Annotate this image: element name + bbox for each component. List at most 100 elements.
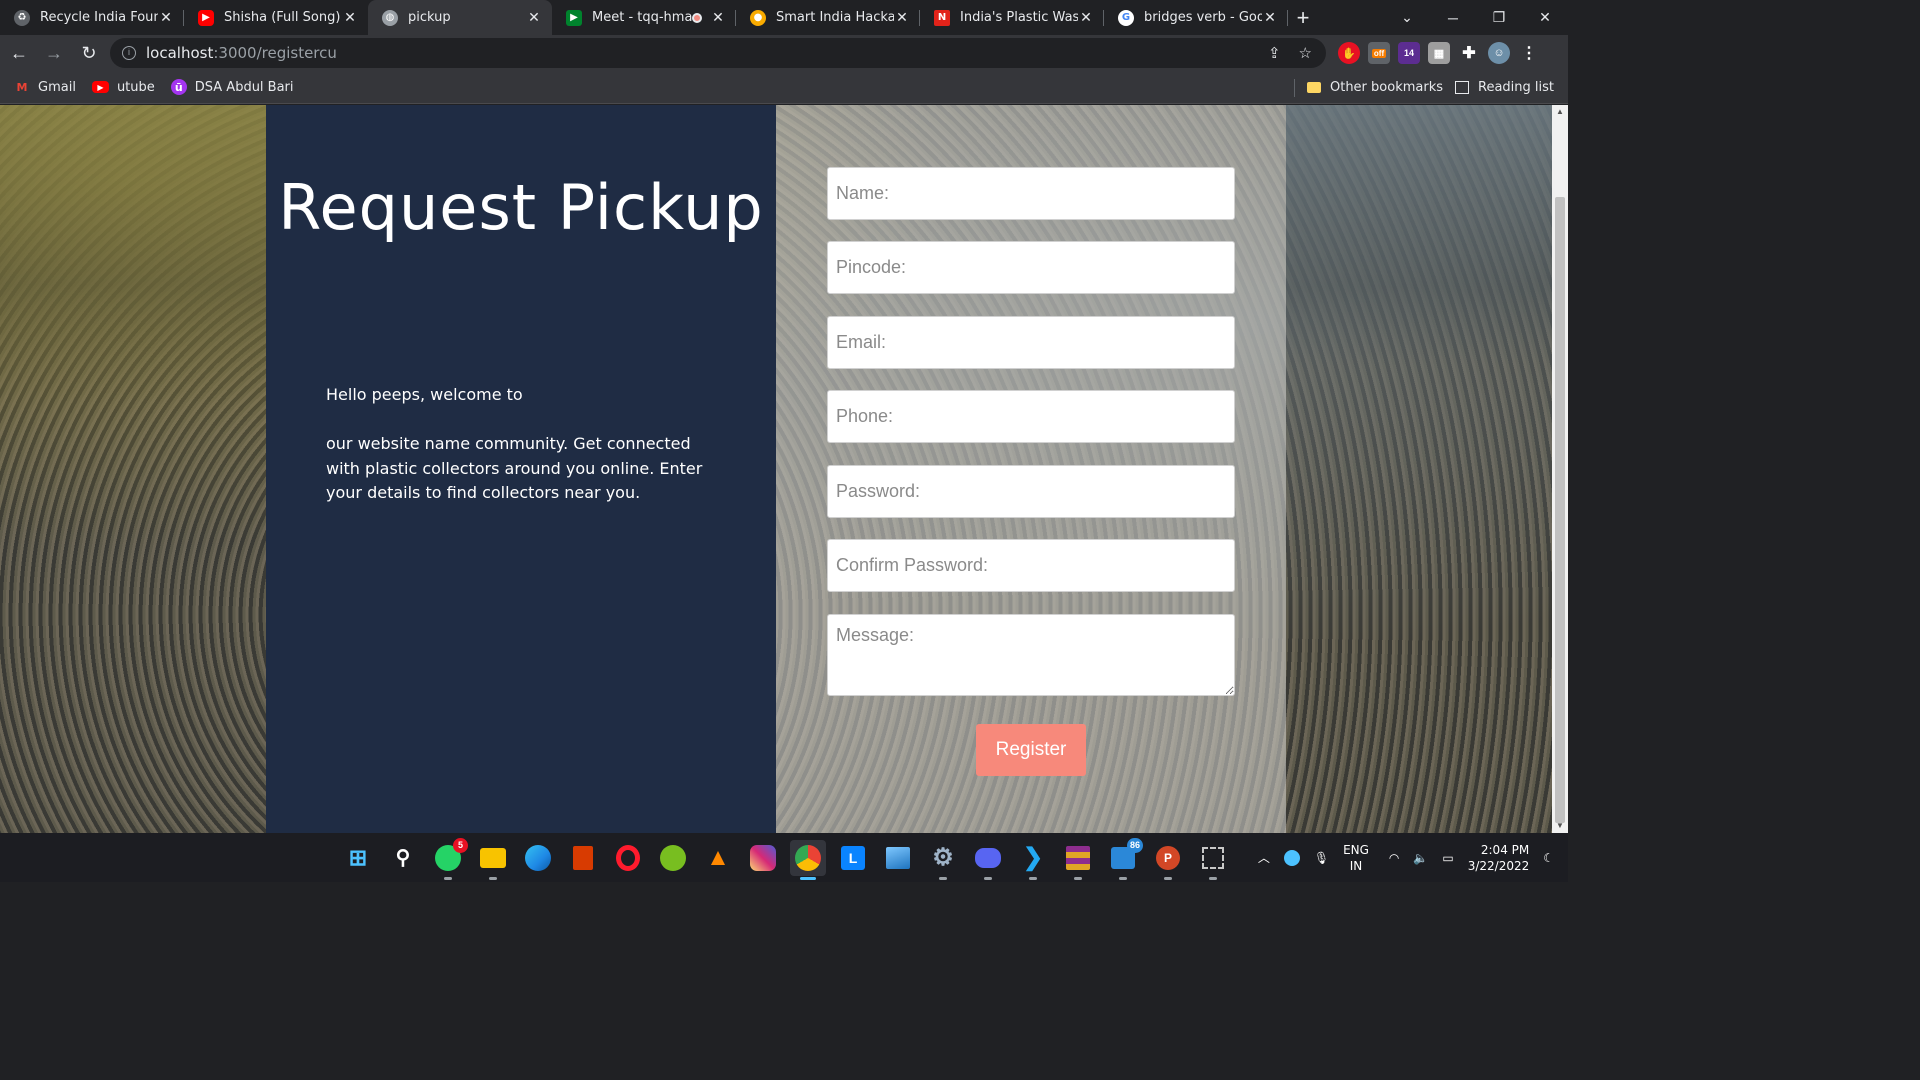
honey-label: off	[1371, 48, 1387, 58]
minimize-icon[interactable]: ─	[1430, 10, 1476, 26]
address-bar[interactable]: i localhost:3000/registercu ⇪ ☆	[110, 38, 1326, 68]
bookmark-dsa-abdul-bari[interactable]: ū DSA Abdul Bari	[170, 79, 294, 95]
wifi-icon[interactable]: ◠	[1389, 851, 1399, 865]
bookmark-utube[interactable]: ▶ utube	[91, 79, 155, 95]
tab-plastic-waste[interactable]: N India's Plastic Waste C ✕	[920, 0, 1104, 35]
bookmarks-bar: M Gmail ▶ utube ū DSA Abdul Bari Other b…	[0, 71, 1568, 104]
lang-top: ENG	[1343, 842, 1369, 857]
new-tab-button[interactable]: +	[1288, 0, 1318, 35]
teams-icon[interactable]: 86	[1105, 837, 1143, 880]
settings-icon[interactable]: ⚙	[925, 840, 961, 880]
browser-toolbar: ← → ↻ i localhost:3000/registercu ⇪ ☆ ✋ …	[0, 35, 1568, 71]
lens-tray-icon[interactable]	[1283, 849, 1300, 866]
running-indicator	[1209, 876, 1217, 880]
pincode-input[interactable]	[827, 241, 1235, 294]
tab-title: India's Plastic Waste C	[960, 10, 1078, 25]
edge-icon[interactable]	[520, 840, 556, 876]
snipping-tool-icon[interactable]	[1195, 840, 1231, 880]
utorrent-icon[interactable]	[655, 840, 691, 876]
discord-icon[interactable]	[970, 840, 1006, 880]
chrome-icon[interactable]	[790, 839, 826, 880]
tab-search-chevron-icon[interactable]: ⌄	[1384, 9, 1430, 26]
reading-list[interactable]: Reading list	[1478, 80, 1554, 95]
message-textarea[interactable]	[827, 614, 1235, 696]
photos-icon[interactable]	[880, 840, 916, 876]
profile-avatar-icon[interactable]: ☺	[1488, 42, 1510, 64]
email-input[interactable]	[827, 316, 1235, 369]
opera-icon[interactable]	[610, 840, 646, 876]
file-explorer-icon[interactable]	[475, 840, 511, 880]
tab-title: Meet - tqq-hmac	[592, 10, 692, 25]
bookmark-star-icon[interactable]: ☆	[1299, 44, 1312, 62]
restore-icon[interactable]: ❐	[1476, 9, 1522, 26]
register-form-panel: Register	[776, 105, 1286, 833]
focus-assist-icon[interactable]: ☾	[1543, 851, 1554, 865]
close-icon[interactable]: ✕	[158, 10, 174, 26]
recycle-favicon-icon: ♻	[14, 9, 30, 26]
winrar-icon[interactable]	[1060, 840, 1096, 880]
intro-line-2: our website name community. Get connecte…	[326, 434, 703, 502]
tab-google-search[interactable]: G bridges verb - Google ✕	[1104, 0, 1288, 35]
search-icon[interactable]: ⚲	[385, 840, 421, 876]
lens-icon[interactable]: L	[835, 840, 871, 876]
tab-recycle-india[interactable]: ♻ Recycle India Foundat ✕	[0, 0, 184, 35]
start-icon[interactable]: ⊞	[340, 840, 376, 876]
youtube-favicon-icon: ▶	[198, 9, 214, 26]
show-hidden-icons-icon[interactable]: ︿	[1258, 849, 1270, 866]
windows-taskbar: ⊞ ⚲ 5 ▲ L ⚙ ❯ 86 P ︿ 🎙 ENG IN ◠ 🔈 ▭ 2:04…	[0, 833, 1568, 882]
clock[interactable]: 2:04 PM 3/22/2022	[1468, 842, 1530, 874]
share-icon[interactable]: ⇪	[1268, 44, 1281, 62]
office-icon[interactable]	[565, 840, 601, 876]
vlc-icon[interactable]: ▲	[700, 840, 736, 876]
back-icon[interactable]: ←	[3, 37, 35, 69]
forward-icon[interactable]: →	[38, 37, 70, 69]
confirm-password-input[interactable]	[827, 539, 1235, 592]
menu-kebab-icon[interactable]: ⋮	[1518, 42, 1540, 64]
close-icon[interactable]: ✕	[894, 10, 910, 26]
page-scrollbar[interactable]: ▲ ▼	[1552, 105, 1568, 833]
puzzle-extensions-icon[interactable]: ✚	[1458, 42, 1480, 64]
bookmark-gmail[interactable]: M Gmail	[14, 79, 76, 95]
password-input[interactable]	[827, 465, 1235, 518]
powerpoint-icon[interactable]: P	[1150, 840, 1186, 880]
running-indicator	[1164, 876, 1172, 880]
honey-extension-icon[interactable]: off	[1368, 42, 1390, 64]
tab-pickup[interactable]: ◍ pickup ✕	[368, 0, 552, 35]
omnibox-actions: ⇪ ☆	[1268, 38, 1312, 68]
tab-smart-india-hackathon[interactable]: ● Smart India Hackatho ✕	[736, 0, 920, 35]
scroll-down-icon[interactable]: ▼	[1552, 819, 1568, 833]
scrollbar-thumb[interactable]	[1555, 197, 1565, 823]
whatsapp-icon[interactable]: 5	[430, 837, 468, 880]
close-icon[interactable]: ✕	[1262, 10, 1278, 26]
vscode-icon[interactable]: ❯	[1015, 840, 1051, 880]
microphone-icon[interactable]: 🎙	[1314, 851, 1329, 865]
phone-input[interactable]	[827, 390, 1235, 443]
close-icon[interactable]: ✕	[526, 10, 542, 26]
name-input[interactable]	[827, 167, 1235, 220]
close-window-icon[interactable]: ✕	[1522, 9, 1568, 26]
scroll-up-icon[interactable]: ▲	[1552, 105, 1568, 119]
volume-icon[interactable]: 🔈	[1413, 851, 1428, 865]
youtube-icon: ▶	[91, 81, 109, 93]
register-button[interactable]: Register	[976, 724, 1086, 776]
instagram-icon[interactable]	[745, 840, 781, 876]
reload-icon[interactable]: ↻	[73, 37, 105, 69]
other-bookmarks[interactable]: Other bookmarks	[1330, 80, 1443, 95]
close-icon[interactable]: ✕	[342, 10, 358, 26]
gmail-icon: M	[16, 80, 28, 94]
language-indicator[interactable]: ENG IN	[1343, 842, 1369, 874]
tab-meet[interactable]: ▶ Meet - tqq-hmac ✕	[552, 0, 736, 35]
notes-extension-icon[interactable]: ▦	[1428, 42, 1450, 64]
close-icon[interactable]: ✕	[1078, 10, 1094, 26]
url-path: :3000/registercu	[213, 44, 337, 62]
bookmark-label: utube	[116, 79, 155, 95]
site-info-icon[interactable]: i	[122, 46, 136, 60]
adblock-extension-icon[interactable]: ✋	[1338, 42, 1360, 64]
extension-badge-icon[interactable]: 14	[1398, 42, 1420, 64]
lang-bottom: IN	[1349, 858, 1363, 873]
battery-icon[interactable]: ▭	[1442, 851, 1453, 865]
tab-shisha[interactable]: ▶ Shisha (Full Song) | Ar ✕	[184, 0, 368, 35]
page-title: Request Pickup	[278, 171, 764, 244]
close-icon[interactable]: ✕	[710, 10, 726, 26]
google-favicon-icon: G	[1118, 9, 1134, 26]
